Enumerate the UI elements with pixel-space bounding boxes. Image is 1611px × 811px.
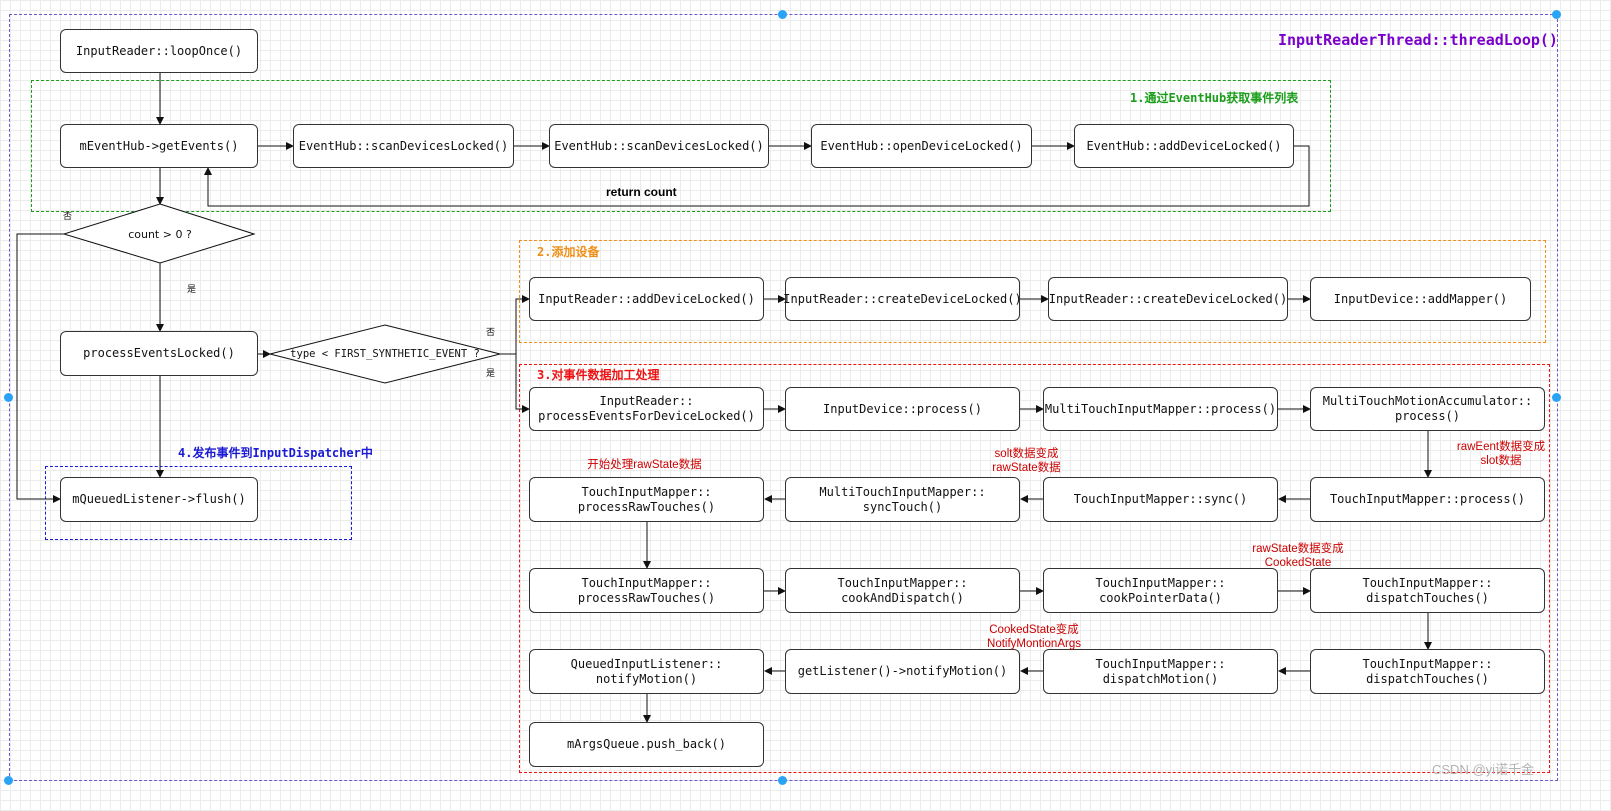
node-push-back[interactable]: mArgsQueue.push_back() (529, 722, 764, 767)
node-create-device-2[interactable]: InputReader::createDeviceLocked() (1048, 277, 1288, 321)
decision-count-label: count > 0 ? (128, 227, 192, 241)
node-reader-add-device[interactable]: InputReader::addDeviceLocked() (529, 277, 764, 321)
node-open-device[interactable]: EventHub::openDeviceLocked() (811, 124, 1032, 168)
node-create-device-1[interactable]: InputReader::createDeviceLocked() (783, 277, 1022, 321)
node-touch-sync[interactable]: TouchInputMapper::sync() (1043, 477, 1278, 522)
node-sync-touch[interactable]: MultiTouchInputMapper:: syncTouch() (785, 477, 1020, 522)
node-cook-pointer-data[interactable]: TouchInputMapper:: cookPointerData() (1043, 568, 1278, 613)
node-hub-add-device[interactable]: EventHub::addDeviceLocked() (1074, 124, 1294, 168)
resize-handle[interactable] (4, 776, 13, 785)
edge-label-return-count: return count (606, 185, 677, 199)
node-dispatch-motion[interactable]: TouchInputMapper:: dispatchMotion() (1043, 649, 1278, 694)
node-process-for-device[interactable]: InputReader:: processEventsForDeviceLock… (529, 387, 764, 431)
edge-count-no (16, 233, 64, 503)
node-process-raw-touches-1[interactable]: TouchInputMapper:: processRawTouches() (529, 477, 764, 522)
node-flush[interactable]: mQueuedListener->flush() (60, 477, 258, 522)
node-device-process[interactable]: InputDevice::process() (785, 387, 1020, 431)
resize-handle[interactable] (4, 393, 13, 402)
note-slot-to-raw-state: solt数据变成 rawState数据 (992, 448, 1061, 474)
note-raw-to-cooked: rawState数据变成 CookedState (1252, 543, 1344, 569)
resize-handle[interactable] (1552, 10, 1561, 19)
note-raw-event-to-slot: rawEent数据变成 slot数据 (1456, 441, 1546, 467)
note-cooked-to-notify: CookedState变成 NotifyMontionArgs (987, 624, 1081, 650)
node-mt-accumulator-process[interactable]: MultiTouchMotionAccumulator:: process() (1310, 387, 1545, 431)
node-dispatch-touches-1[interactable]: TouchInputMapper:: dispatchTouches() (1310, 568, 1545, 613)
note-start-raw-state: 开始处理rawState数据 (587, 459, 702, 471)
node-process-events-locked[interactable]: processEventsLocked() (60, 331, 258, 376)
node-cook-and-dispatch[interactable]: TouchInputMapper:: cookAndDispatch() (785, 568, 1020, 613)
node-add-mapper[interactable]: InputDevice::addMapper() (1310, 277, 1531, 321)
edge-type-no (515, 295, 530, 354)
resize-handle[interactable] (1552, 393, 1561, 402)
node-process-raw-touches-2[interactable]: TouchInputMapper:: processRawTouches() (529, 568, 764, 613)
decision-type-label: type < FIRST_SYNTHETIC_EVENT ? (290, 348, 480, 360)
node-dispatch-touches-2[interactable]: TouchInputMapper:: dispatchTouches() (1310, 649, 1545, 694)
edge-label-count-yes: 是 (187, 285, 197, 295)
node-notify-motion[interactable]: QueuedInputListener:: notifyMotion() (529, 649, 764, 694)
node-loop-once[interactable]: InputReader::loopOnce() (60, 29, 258, 73)
node-get-listener[interactable]: getListener()->notifyMotion() (785, 649, 1020, 694)
node-touch-process[interactable]: TouchInputMapper::process() (1310, 477, 1545, 522)
edge-label-type-no: 否 (486, 328, 496, 338)
resize-handle[interactable] (778, 776, 787, 785)
edge-label-count-no: 否 (63, 212, 73, 222)
edge-type-yes (515, 354, 530, 413)
edge-label-type-yes: 是 (486, 369, 496, 379)
node-get-events[interactable]: mEventHub->getEvents() (60, 124, 258, 168)
node-scan-devices-2[interactable]: EventHub::scanDevicesLocked() (549, 124, 769, 168)
resize-handle[interactable] (778, 10, 787, 19)
node-scan-devices-1[interactable]: EventHub::scanDevicesLocked() (293, 124, 514, 168)
watermark: CSDN @yi诺千金 (1432, 762, 1535, 777)
node-mt-mapper-process[interactable]: MultiTouchInputMapper::process() (1043, 387, 1278, 431)
